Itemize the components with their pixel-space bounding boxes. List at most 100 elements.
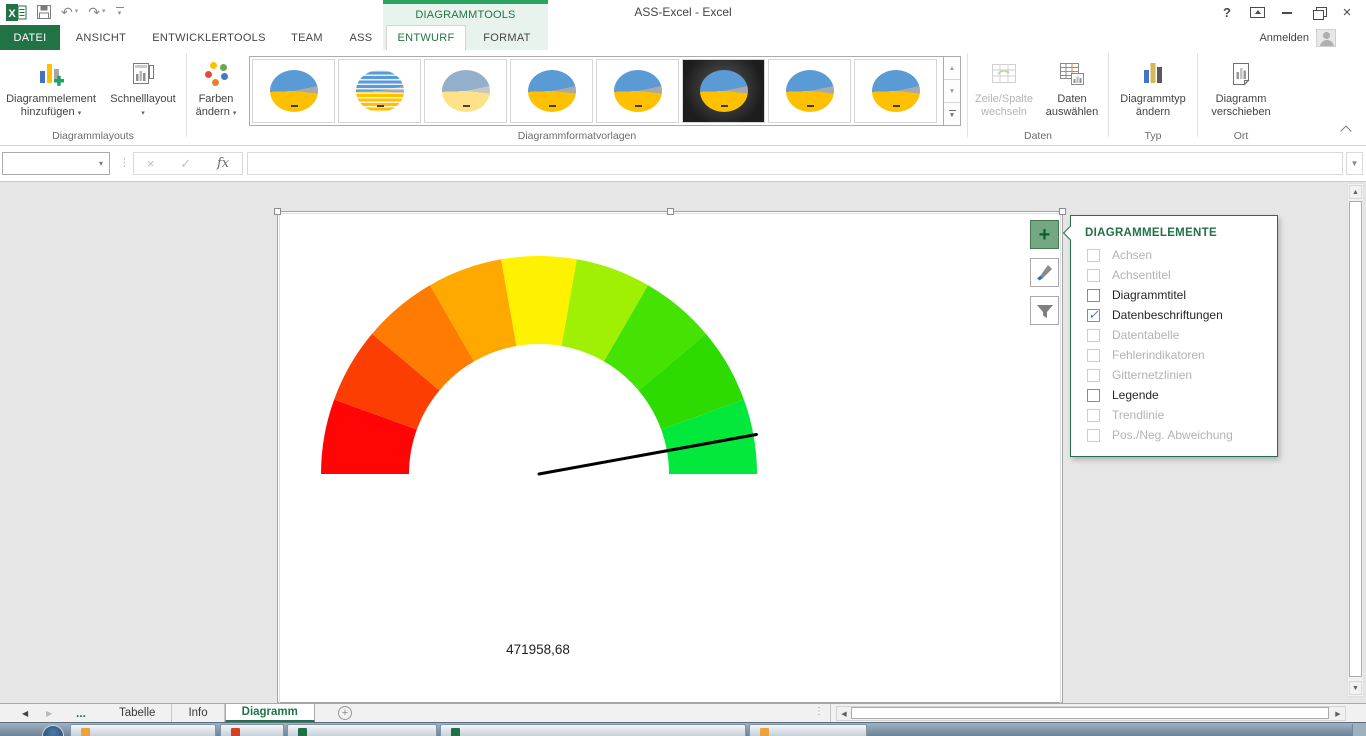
close-button[interactable]: × (1332, 1, 1362, 24)
taskbar-button-5[interactable] (749, 724, 867, 736)
taskbar-button-2[interactable] (220, 724, 284, 736)
sheet-nav-right-button[interactable]: ▶ (46, 704, 52, 722)
redo-button[interactable]: ↷▾ (88, 2, 105, 22)
chart-style-8[interactable] (854, 59, 937, 123)
down-arrow-icon: ▼ (1352, 685, 1359, 692)
chart-style-3[interactable] (424, 59, 507, 123)
panel-item-diagrammtitel[interactable]: Diagrammtitel (1071, 285, 1277, 305)
tab-format[interactable]: FORMAT (468, 25, 546, 50)
undo-button[interactable]: ↶▾ (61, 2, 78, 22)
pie-style-preview (786, 70, 834, 112)
quick-layout-button[interactable]: Schnelllayout▾ (101, 54, 185, 120)
sheet-tab-bar: ◀ ▶ ... Tabelle Info Diagramm + ⋮ ◀ ▶ (0, 703, 1366, 722)
gallery-scroll-up-button[interactable]: ▲ (944, 57, 960, 80)
collapse-ribbon-button[interactable] (1340, 125, 1351, 136)
taskbar-button-4[interactable] (440, 724, 746, 736)
window-title: ASS-Excel - Excel (634, 5, 731, 19)
pie-style-preview (872, 70, 920, 112)
change-chart-type-button[interactable]: Diagrammtyp ändern (1109, 54, 1197, 119)
start-button[interactable] (42, 725, 64, 736)
checkbox-datentabelle (1087, 329, 1100, 342)
scroll-down-button[interactable]: ▼ (1349, 681, 1362, 695)
scroll-up-button[interactable]: ▲ (1349, 185, 1362, 199)
help-button[interactable]: ? (1212, 1, 1242, 24)
move-chart-button[interactable]: Diagramm verschieben (1198, 54, 1284, 119)
name-box[interactable]: ▾ (2, 152, 110, 175)
gallery-more-button[interactable]: ▼ (944, 103, 960, 125)
sheet-nav-left-button[interactable]: ◀ (22, 704, 28, 722)
chart-style-1[interactable] (252, 59, 335, 123)
tab-ass[interactable]: ASS (338, 25, 384, 50)
plus-icon: + (1039, 225, 1051, 245)
sign-in-link[interactable]: Anmelden (1259, 32, 1309, 44)
chart-style-2[interactable] (338, 59, 421, 123)
gallery-scroll-down-button[interactable]: ▼ (944, 80, 960, 103)
tab-ansicht[interactable]: ANSICHT (68, 25, 134, 50)
color-dot (212, 79, 219, 86)
customize-qat-button[interactable]: ▾ (116, 7, 124, 17)
chart-style-6[interactable] (682, 59, 765, 123)
brush-icon (1035, 263, 1055, 283)
new-sheet-button[interactable]: + (338, 706, 352, 720)
app-icon (298, 728, 307, 736)
panel-item-datenbeschriftungen[interactable]: ✓ Datenbeschriftungen (1071, 305, 1277, 325)
chart-styles-brush-button[interactable] (1030, 258, 1059, 287)
taskbar-button-1[interactable] (70, 724, 216, 736)
scroll-left-button[interactable]: ◀ (838, 708, 850, 719)
chart-elements-plus-button[interactable]: + (1030, 220, 1059, 249)
expand-icon: ▼ (1351, 159, 1359, 168)
chart-style-5[interactable] (596, 59, 679, 123)
checkbox-legende[interactable] (1087, 389, 1100, 402)
formula-input[interactable] (247, 152, 1343, 175)
switch-row-column-icon (990, 57, 1018, 91)
chart-object[interactable]: 471958,68 (277, 211, 1063, 703)
select-data-button[interactable]: Daten auswählen (1038, 54, 1106, 119)
ribbon-display-options-button[interactable] (1242, 1, 1272, 24)
tab-team[interactable]: TEAM (284, 25, 330, 50)
vertical-scrollbar[interactable]: ▲ ▼ (1347, 183, 1364, 697)
tab-entwurf-active[interactable]: ENTWURF (386, 25, 466, 50)
sheet-tab-info[interactable]: Info (172, 704, 224, 722)
group-diagrammformatvorlagen: Farben ändern ▾ ▲ ▼ (187, 50, 967, 145)
chart-resize-handle-top-right[interactable] (1059, 208, 1066, 215)
expand-formula-bar-button[interactable]: ▼ (1346, 152, 1363, 175)
tab-datei[interactable]: DATEI (0, 25, 60, 50)
chart-style-7[interactable] (768, 59, 851, 123)
vertical-scroll-thumb[interactable] (1349, 201, 1362, 677)
name-box-dropdown-icon[interactable]: ▾ (99, 159, 103, 168)
taskbar-tray-corner[interactable] (1352, 724, 1366, 736)
formula-bar-row: ▾ ⋮ × ✓ fx ▼ (0, 147, 1366, 182)
insert-function-button[interactable]: fx (217, 156, 229, 171)
sheet-tab-tabelle[interactable]: Tabelle (103, 704, 172, 722)
change-colors-button[interactable]: Farben ändern ▾ (187, 54, 245, 120)
data-label[interactable]: 471958,68 (438, 642, 638, 657)
restore-button[interactable] (1302, 1, 1332, 24)
checkbox-datenbeschriftungen-checked[interactable]: ✓ (1087, 309, 1100, 322)
ribbon-filler (1284, 50, 1366, 145)
sheet-tab-diagramm-active[interactable]: Diagramm (225, 704, 315, 722)
checkbox-diagrammtitel[interactable] (1087, 289, 1100, 302)
more-sheets-button[interactable]: ... (76, 704, 86, 722)
minimize-button[interactable] (1272, 1, 1302, 24)
chart-resize-handle-top-center[interactable] (667, 208, 674, 215)
sheet-tabs: Tabelle Info Diagramm (103, 704, 315, 722)
chart-styles-gallery: ▲ ▼ ▼ (249, 56, 961, 126)
scroll-right-button[interactable]: ▶ (1332, 708, 1344, 719)
chart-style-4[interactable] (510, 59, 593, 123)
ribbon-tab-row: DATEI ANSICHT ENTWICKLERTOOLS TEAM ASS E… (0, 25, 1366, 50)
chart-filters-button[interactable] (1030, 296, 1059, 325)
chart-resize-handle-top-left[interactable] (274, 208, 281, 215)
horizontal-scroll-thumb[interactable] (851, 707, 1329, 719)
save-button[interactable] (37, 5, 51, 19)
scrollbar-resize-grip[interactable]: ⋮ (814, 706, 824, 717)
taskbar-button-3[interactable] (287, 724, 437, 736)
panel-item-fehlerindikatoren: Fehlerindikatoren (1071, 345, 1277, 365)
title-bar: X ↶▾ ↷▾ ▾ DIAGRAMMTOOLS ASS-Excel - Exce… (0, 0, 1366, 25)
tab-entwicklertools[interactable]: ENTWICKLERTOOLS (140, 25, 278, 50)
formula-bar-grip[interactable]: ⋮ (119, 156, 130, 169)
add-chart-element-button[interactable]: Diagrammelement hinzufügen ▾ (1, 54, 101, 120)
horizontal-scrollbar[interactable]: ◀ ▶ (836, 706, 1346, 721)
panel-item-legende[interactable]: Legende (1071, 385, 1277, 405)
avatar-icon[interactable] (1316, 29, 1336, 47)
ribbon: Diagrammelement hinzufügen ▾ Schne (0, 50, 1366, 146)
